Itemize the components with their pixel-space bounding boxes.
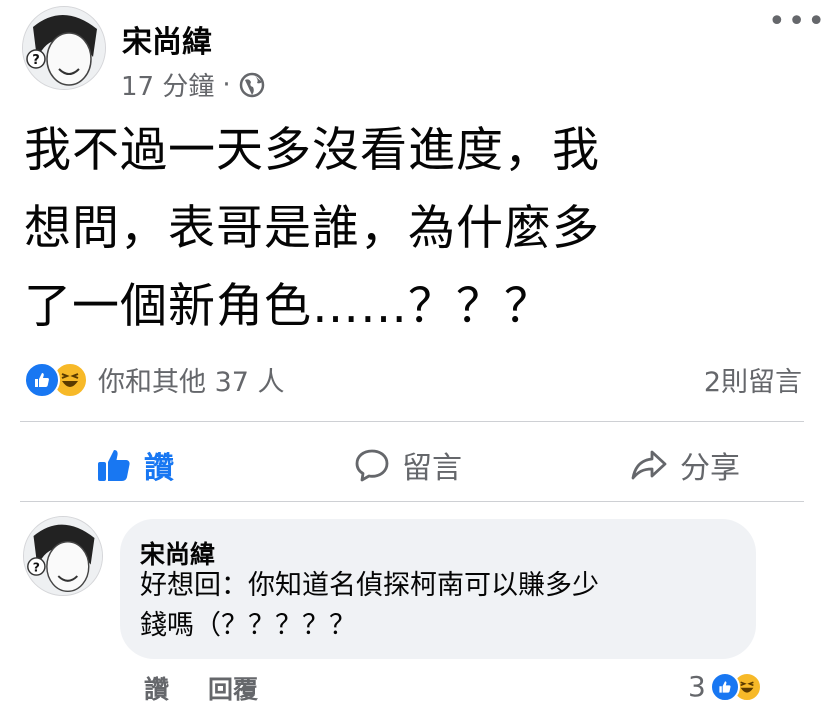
comment-button[interactable]: 留言 bbox=[354, 440, 462, 490]
comment-reaction-count: 3 bbox=[688, 670, 706, 703]
comment-count[interactable]: 2則留言 bbox=[704, 360, 802, 399]
svg-text:?: ? bbox=[32, 53, 40, 68]
like-reaction-icon bbox=[709, 671, 740, 702]
meta-separator: · bbox=[222, 69, 231, 100]
divider bbox=[20, 501, 804, 502]
comment-bubble-icon bbox=[355, 449, 389, 482]
post-meta: 17 分鐘 · bbox=[121, 66, 265, 103]
post-author-name[interactable]: 宋尚緯 bbox=[122, 17, 212, 61]
divider bbox=[20, 421, 804, 422]
like-button[interactable]: 讚 bbox=[96, 440, 174, 490]
like-reaction-icon bbox=[24, 361, 60, 398]
reaction-summary[interactable]: 你和其他 37 人 bbox=[24, 360, 285, 399]
globe-icon bbox=[239, 72, 264, 97]
comment-like-button[interactable]: 讚 bbox=[144, 670, 169, 706]
comment-text: 好想回：你知道名偵探柯南可以賺多少 錢嗎（？？？？？ bbox=[140, 570, 599, 641]
svg-text:?: ? bbox=[33, 560, 40, 574]
reaction-summary-text: 你和其他 37 人 bbox=[98, 367, 285, 398]
share-button[interactable]: 分享 bbox=[630, 440, 740, 490]
comment-reply-button[interactable]: 回覆 bbox=[208, 670, 258, 706]
like-button-label: 讚 bbox=[144, 451, 174, 486]
post-text: 我不過一天多沒看進度，我 想問，表哥是誰，為什麼多 了一個新角色……？？？ bbox=[24, 123, 600, 334]
comment-reactions[interactable]: 3 bbox=[688, 670, 762, 703]
share-button-label: 分享 bbox=[680, 451, 740, 486]
post-author-avatar[interactable]: ? bbox=[22, 6, 106, 90]
post-time[interactable]: 17 分鐘 bbox=[121, 66, 214, 103]
comment-author-avatar[interactable]: ? bbox=[23, 516, 103, 596]
more-options-icon[interactable]: ••• bbox=[768, 4, 827, 39]
share-arrow-icon bbox=[631, 450, 667, 480]
comment-button-label: 留言 bbox=[402, 451, 462, 486]
thumbs-up-icon bbox=[98, 450, 130, 481]
